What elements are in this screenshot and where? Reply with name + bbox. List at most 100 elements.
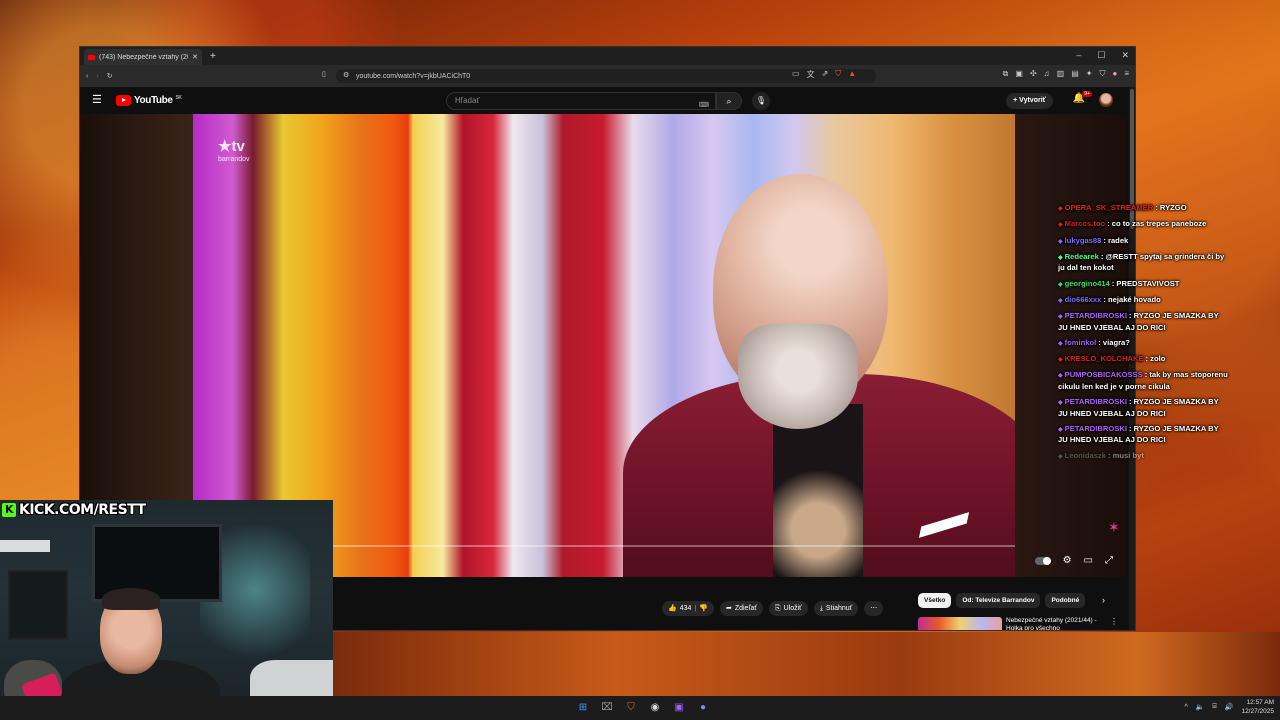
search-input[interactable]: Hľadať ⌨ <box>446 92 716 110</box>
minimize-button[interactable]: – <box>1076 50 1081 61</box>
chat-text: musi byt <box>1112 450 1144 460</box>
chat-message: ◆ PETARDIBROSKI: RYZGO JE SMAZKA BY JU HN… <box>1058 311 1219 332</box>
site-info-icon[interactable]: ⚙ <box>343 71 349 79</box>
youtube-logo[interactable]: YouTube SK <box>116 95 182 106</box>
chat-username: Redearek <box>1064 251 1099 261</box>
microphone-icon: 🎙 <box>755 96 767 105</box>
video-subject <box>623 174 1015 577</box>
autoplay-toggle[interactable] <box>1034 556 1051 565</box>
new-tab-button[interactable]: + <box>210 51 216 62</box>
hamburger-menu-icon[interactable]: ☰ <box>92 95 102 106</box>
save-button[interactable]: ⎘ Uložiť <box>769 601 808 616</box>
user-badge-icon: ◆ <box>1058 222 1063 229</box>
cast-icon[interactable]: ▭ <box>792 69 800 80</box>
chip-channel[interactable]: Od: Televize Barrandov <box>956 593 1041 608</box>
chat-username: Leonidaszk <box>1064 450 1106 460</box>
chat-text: radek <box>1108 235 1129 245</box>
rewards-icon[interactable]: ▲ <box>848 69 856 80</box>
wallet-icon[interactable]: ✦ <box>1086 69 1093 79</box>
sidebar-icon[interactable]: ▥ <box>1057 69 1065 79</box>
recommendation-chips: Všetko Od: Televize Barrandov Podobné <box>918 593 1086 608</box>
extensions-bar: ⧉ ▣ ✣ ♫ ▥ ▤ ✦ ⛉ ● ≡ <box>1003 69 1129 79</box>
theater-mode-icon[interactable]: ▭ <box>1084 555 1093 566</box>
chat-username: PETARDIBROSKI <box>1064 311 1127 321</box>
tab-youtube[interactable]: (743) Nebezpečné vztahy (2021/... ✕ <box>84 49 202 65</box>
user-badge-icon: ◆ <box>1058 400 1063 407</box>
chat-message: ◆ KRESLO_KOLCHAKE: zolo <box>1058 354 1166 364</box>
twitch-icon[interactable]: ▣ <box>670 698 688 716</box>
tab-bar: (743) Nebezpečné vztahy (2021/... ✕ + – … <box>80 47 1135 65</box>
volume-icon[interactable]: 🔊 <box>1225 703 1234 711</box>
brave-browser-icon[interactable]: ⛉ <box>622 698 640 716</box>
tab-close-icon[interactable]: ✕ <box>192 53 198 61</box>
more-actions-button[interactable]: ⋯ <box>864 601 884 616</box>
user-badge-icon: ◆ <box>1058 340 1063 347</box>
recommended-video[interactable]: Nebezpečné vztahy (2021/44) - Holka pro … <box>918 617 1118 630</box>
browser-menu-icon[interactable]: ≡ <box>1124 69 1129 79</box>
kebab-menu-icon[interactable]: ⋮ <box>1110 617 1118 630</box>
download-icon: ⤓ <box>819 605 823 612</box>
beard <box>738 324 858 429</box>
chat-username: KRESLO_KOLCHAKE <box>1064 354 1144 364</box>
share-page-icon[interactable]: ⇗ <box>822 69 829 80</box>
chip-related[interactable]: Podobné <box>1045 593 1086 608</box>
like-count: 434 <box>679 605 692 612</box>
back-icon[interactable]: ‹ <box>86 73 88 80</box>
chat-text: co to zas trepes paneboze <box>1111 219 1207 229</box>
tab-search-icon[interactable]: ▤ <box>1071 69 1079 79</box>
thumbs-down-icon[interactable]: 👎 <box>699 601 708 616</box>
chip-all[interactable]: Všetko <box>918 593 952 608</box>
obs-icon[interactable]: ◉ <box>646 698 664 716</box>
like-button[interactable]: 👍 434 | 👎 <box>662 601 714 616</box>
clock[interactable]: 12:57 AM 12/27/2025 <box>1241 698 1274 716</box>
settings-gear-icon[interactable]: ⚙ <box>1063 555 1072 566</box>
terminal-icon[interactable]: ⌧ <box>598 698 616 716</box>
create-button[interactable]: + Vytvoriť <box>1006 93 1053 109</box>
recommended-thumbnail[interactable] <box>918 617 1002 630</box>
playlist-icon[interactable]: ♫ <box>1044 69 1050 79</box>
tab-title: (743) Nebezpečné vztahy (2021/... <box>99 53 188 61</box>
player-controls: ⚙ ▭ ⤢ <box>1034 555 1113 566</box>
bookmark-icon[interactable]: ▯ <box>322 70 326 78</box>
voice-search-button[interactable]: 🎙 <box>752 92 770 110</box>
speaker-icon[interactable]: 🔈 <box>1196 703 1205 711</box>
share-button[interactable]: ➦ Zdieľať <box>719 601 764 616</box>
discord-icon[interactable]: ● <box>694 698 712 716</box>
profile-icon[interactable]: ● <box>1112 69 1117 79</box>
network-icon[interactable]: ⌸ <box>1213 703 1217 711</box>
translate-icon[interactable]: 文 <box>807 69 815 80</box>
save-label: Uložiť <box>783 605 802 612</box>
overlay-logo-icon: ✶ <box>1108 519 1120 535</box>
keyboard-icon[interactable]: ⌨ <box>699 98 709 114</box>
download-button[interactable]: ⤓ Stiahnuť <box>813 601 859 616</box>
streamer-hair <box>102 588 160 610</box>
chat-message: ◆ PETARDIBROSKI: RYZGO JE SMAZKA BY JU HN… <box>1058 397 1219 418</box>
youtube-play-icon <box>116 95 131 106</box>
thumbs-up-icon: 👍 <box>668 605 677 612</box>
puzzle-icon[interactable]: ✣ <box>1030 69 1037 79</box>
recommended-title[interactable]: Nebezpečné vztahy (2021/44) - Holka pro … <box>1006 617 1106 630</box>
chat-username: dio666xxx <box>1064 294 1102 304</box>
reload-icon[interactable]: ↻ <box>107 72 113 80</box>
shirt <box>773 404 863 577</box>
kick-channel-banner: K KICK.COM/RESTT <box>2 502 146 518</box>
extension-2-icon[interactable]: ▣ <box>1015 69 1023 79</box>
close-window-button[interactable]: ✕ <box>1121 50 1129 61</box>
window-controls: – ☐ ✕ <box>1076 50 1129 61</box>
maximize-button[interactable]: ☐ <box>1097 50 1105 61</box>
fullscreen-icon[interactable]: ⤢ <box>1105 555 1113 566</box>
chevron-right-icon[interactable]: › <box>1102 595 1105 605</box>
forward-icon[interactable]: › <box>96 73 98 80</box>
kick-logo-icon: K <box>2 503 16 517</box>
extension-icon[interactable]: ⧉ <box>1003 69 1009 79</box>
vpn-icon[interactable]: ⛉ <box>1099 69 1105 79</box>
chat-message: ◆ Leonidaszk: musi byt <box>1058 450 1144 460</box>
tray-chevron-icon[interactable]: ^ <box>1185 704 1188 711</box>
windows-start-icon[interactable]: ⊞ <box>574 698 592 716</box>
shield-icon[interactable]: ⛉ <box>835 69 841 80</box>
avatar[interactable] <box>1099 93 1113 107</box>
youtube-logo-text: YouTube <box>134 95 173 106</box>
search-button[interactable]: ⌕ <box>716 92 742 110</box>
chat-message: ◆ fominkol: viagra? <box>1058 337 1130 347</box>
chat-username: Marcos.too <box>1064 219 1106 229</box>
